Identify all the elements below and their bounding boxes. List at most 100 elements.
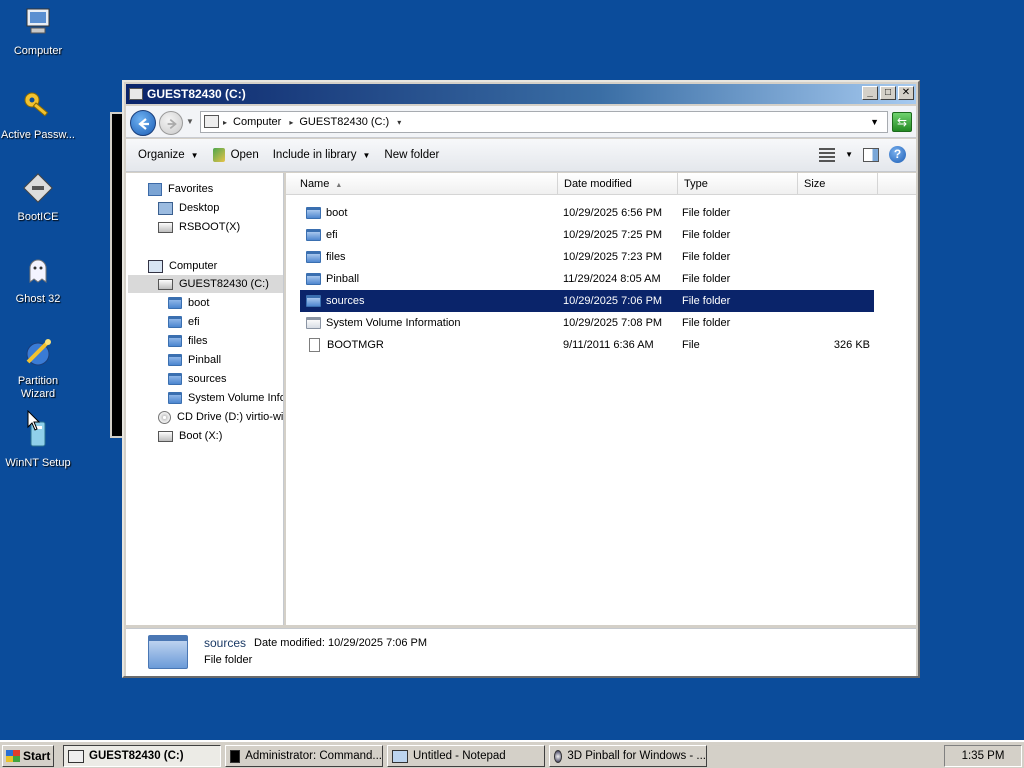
open-button[interactable]: Open [212,148,259,162]
partition-wizard-icon [26,339,51,366]
navigation-pane[interactable]: Favorites Desktop RSBOOT(X) Computer GUE… [126,173,284,625]
nav-folder-pinball[interactable]: Pinball [168,351,221,369]
address-dropdown[interactable]: ▼ [870,117,879,127]
breadcrumb-drive[interactable]: GUEST82430 (C:) [299,116,389,128]
file-type: File [682,339,700,351]
nav-computer[interactable]: Computer [148,257,217,275]
file-date: 10/29/2025 6:56 PM [563,207,663,219]
nav-label: System Volume Information [188,392,283,404]
nav-label: RSBOOT(X) [179,221,241,233]
folder-icon [168,297,182,309]
desktop-icon [158,201,173,215]
desktop-icon-active-password[interactable]: Active Passw... [0,90,76,142]
address-bar-area: ▼ ▸ Computer ▸ GUEST82430 (C:) ▾ ▼ ⇆ [126,106,916,138]
chevron-down-icon[interactable]: ▾ [397,118,401,127]
column-label: Size [804,178,826,190]
file-row[interactable]: Pinball 11/29/2024 8:05 AM File folder [300,268,874,290]
file-row[interactable]: files 10/29/2025 7:23 PM File folder [300,246,874,268]
file-row[interactable]: boot 10/29/2025 6:56 PM File folder [300,202,874,224]
nav-folder-sources[interactable]: sources [168,370,227,388]
folder-icon [168,316,182,328]
include-in-library-button[interactable]: Include in library ▼ [273,149,371,161]
desktop-icon-label: WinNT Setup [5,457,71,469]
window-titlebar[interactable]: GUEST82430 (C:) _ □ ✕ [126,84,916,104]
organize-label: Organize [138,149,185,161]
desktop-icon-ghost32[interactable]: Ghost 32 [0,254,76,306]
file-name: files [326,251,346,263]
file-type: File folder [682,207,731,219]
arrow-right-icon [167,118,177,130]
nav-rsboot[interactable]: RSBOOT(X) [158,218,240,236]
address-box[interactable]: ▸ Computer ▸ GUEST82430 (C:) ▾ ▼ [200,111,888,133]
start-button[interactable]: Start [2,745,54,767]
nav-label: boot [188,297,210,309]
drive-icon [158,430,173,442]
nav-label: CD Drive (D:) virtio-win [177,411,284,423]
task-explorer[interactable]: GUEST82430 (C:) [63,745,221,767]
file-date: 10/29/2025 7:08 PM [563,317,663,329]
nav-boot-drive[interactable]: Boot (X:) [158,427,222,445]
nav-folder-efi[interactable]: efi [168,313,200,331]
desktop-icon-bootice[interactable]: BootICE [0,172,76,224]
back-button[interactable] [130,110,156,136]
nav-cd-drive[interactable]: CD Drive (D:) virtio-win [158,408,284,426]
file-row-selected[interactable]: sources 10/29/2025 7:06 PM File folder [300,290,874,312]
details-pane: sources Date modified: 10/29/2025 7:06 P… [126,628,916,676]
organize-button[interactable]: Organize ▼ [138,149,199,161]
file-name: efi [326,229,338,241]
drive-icon [129,88,143,100]
nav-label: Computer [169,260,218,272]
column-label: Name [300,178,330,190]
minimize-button[interactable]: _ [862,86,878,100]
file-date: 10/29/2025 7:23 PM [563,251,663,263]
column-header-name[interactable]: Name ▲ [294,173,558,195]
breadcrumb-computer[interactable]: Computer [233,116,281,128]
chevron-right-icon[interactable]: ▸ [223,118,227,127]
folder-icon [306,295,321,307]
task-notepad[interactable]: Untitled - Notepad [387,745,545,767]
file-name: Pinball [326,273,360,285]
column-header-size[interactable]: Size [798,173,878,195]
refresh-button[interactable]: ⇆ [892,112,912,132]
nav-folder-system-volume-information[interactable]: System Volume Information [168,389,283,407]
nav-folder-boot[interactable]: boot [168,294,209,312]
details-name: sources [204,636,247,650]
file-row[interactable]: System Volume Information 10/29/2025 7:0… [300,312,874,334]
ghost-icon [29,259,47,283]
desktop-icon-label: Partition Wizard [17,375,59,400]
file-row[interactable]: BOOTMGR 9/11/2011 6:36 AM File 326 KB [300,334,874,356]
desktop-icon-partition-wizard[interactable]: Partition Wizard [0,336,76,401]
chevron-right-icon[interactable]: ▸ [289,118,293,127]
nav-folder-files[interactable]: files [168,332,208,350]
forward-button[interactable] [159,111,183,135]
file-size: 326 KB [833,339,870,351]
new-folder-button[interactable]: New folder [384,149,439,161]
recent-pages-dropdown[interactable]: ▼ [186,117,194,126]
column-header-type[interactable]: Type [678,173,798,195]
explorer-window[interactable]: GUEST82430 (C:) _ □ ✕ ▼ ▸ Computer ▸ GUE… [122,80,920,678]
file-name: System Volume Information [326,317,461,329]
file-list[interactable]: Name ▲ Date modified Type Size boot 10/29… [286,173,916,625]
include-label: Include in library [272,149,357,161]
task-label: 3D Pinball for Windows - ... [567,750,706,762]
preview-pane-icon[interactable] [863,147,879,162]
system-tray-clock[interactable]: 1:35 PM [944,745,1022,767]
nav-drive-c[interactable]: GUEST82430 (C:) [128,275,283,293]
task-pinball[interactable]: 3D Pinball for Windows - ... [549,745,707,767]
column-header-date[interactable]: Date modified [558,173,678,195]
file-row[interactable]: efi 10/29/2025 7:25 PM File folder [300,224,874,246]
change-view-icon[interactable] [819,147,836,162]
taskbar: Start GUEST82430 (C:) Administrator: Com… [0,740,1024,768]
nav-desktop[interactable]: Desktop [158,199,219,217]
nav-label: sources [188,373,227,385]
chevron-down-icon[interactable]: ▼ [845,150,853,159]
cd-drive-icon [158,410,171,424]
file-date: 10/29/2025 7:25 PM [563,229,663,241]
task-command-prompt[interactable]: Administrator: Command... [225,745,383,767]
close-button[interactable]: ✕ [898,86,914,100]
help-icon[interactable]: ? [889,146,906,163]
desktop-icon-computer[interactable]: Computer [0,6,76,58]
maximize-button[interactable]: □ [880,86,896,100]
nav-label: Boot (X:) [179,430,223,442]
nav-favorites[interactable]: Favorites [148,180,213,198]
